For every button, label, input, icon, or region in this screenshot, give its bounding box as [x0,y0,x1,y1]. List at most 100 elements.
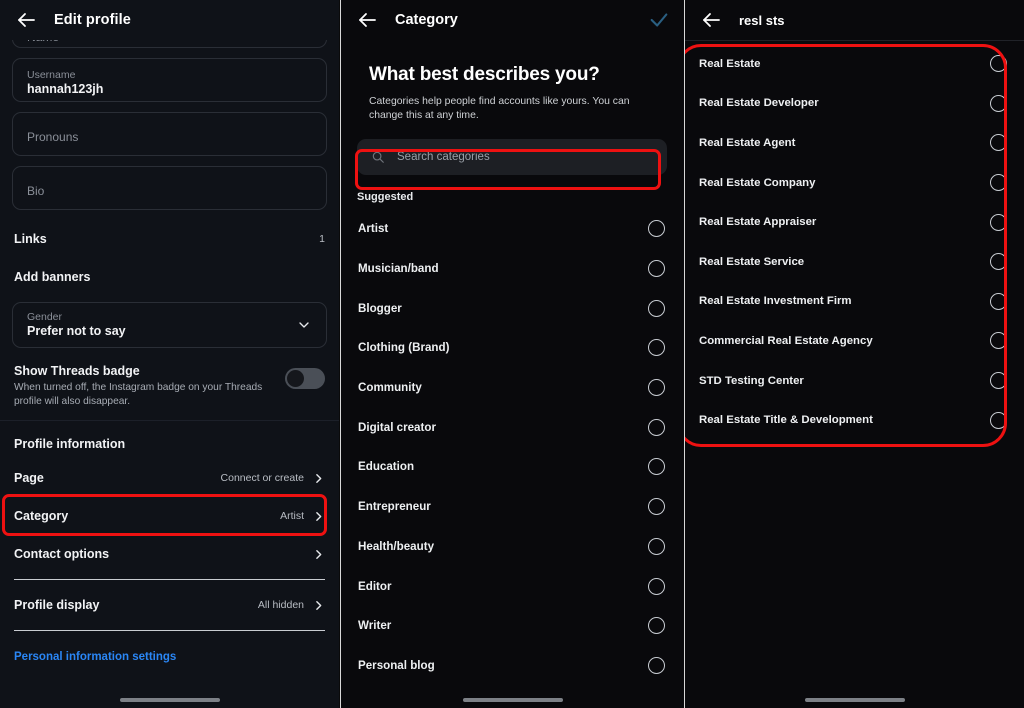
category-item-label: Clothing (Brand) [358,341,450,355]
result-item-label: Real Estate Service [699,255,805,268]
threads-badge-title: Show Threads badge [14,364,140,378]
radio-button[interactable] [990,134,1007,152]
result-item-label: Real Estate Agent [699,136,796,149]
username-field[interactable]: Username hannah123jh [12,58,327,102]
contact-options-label: Contact options [14,547,110,561]
arrow-left-icon[interactable] [699,8,723,32]
three-panel-screenshot: Edit profile Name Username hannah123jh P… [0,0,1024,708]
category-item-label: Blogger [358,301,402,315]
panel-edit-profile: Edit profile Name Username hannah123jh P… [0,0,340,708]
category-item-label: Editor [358,579,392,593]
list-item[interactable]: Real Estate [685,44,1024,84]
radio-button[interactable] [990,55,1007,73]
nav-row-contact-options[interactable]: Contact options [12,535,327,573]
header-divider [685,40,1024,41]
radio-button[interactable] [990,372,1007,390]
radio-button[interactable] [648,617,665,635]
page-title: Edit profile [54,12,131,28]
radio-button[interactable] [648,299,665,317]
search-placeholder: Search categories [397,151,490,163]
list-item[interactable]: Blogger [341,288,684,328]
list-item[interactable]: Entrepreneur [341,487,684,527]
personal-information-settings-link[interactable]: Personal information settings [12,637,327,663]
list-item[interactable]: Digital creator [341,407,684,447]
radio-button[interactable] [990,411,1007,429]
list-item[interactable]: Personal blog [341,646,684,686]
category-question-subtext: Categories help people find accounts lik… [369,96,630,121]
edit-profile-header: Edit profile [0,0,339,40]
profile-information-heading: Profile information [14,437,126,451]
list-item[interactable]: Commercial Real Estate Agency [685,321,1024,361]
list-item[interactable]: Health/beauty [341,527,684,567]
list-item[interactable]: Education [341,447,684,487]
category-list: Artist Musician/band Blogger Clothing (B… [341,209,684,685]
radio-button[interactable] [648,220,665,238]
result-item-label: Real Estate Title & Development [699,414,873,427]
list-item[interactable]: Real Estate Developer [685,84,1024,124]
chevron-right-icon [312,472,325,485]
nav-row-category[interactable]: Category Artist [12,497,327,535]
check-icon[interactable] [648,9,670,31]
panel-search-results: resl sts Real Estate Real Estate Develop… [685,0,1024,708]
list-item[interactable]: Clothing (Brand) [341,328,684,368]
arrow-left-icon[interactable] [14,8,38,32]
radio-button[interactable] [648,379,665,397]
result-item-label: STD Testing Center [699,374,804,387]
radio-button[interactable] [648,339,665,357]
nav-row-profile-display[interactable]: Profile display All hidden [12,586,327,624]
radio-button[interactable] [648,498,665,516]
radio-button[interactable] [990,213,1007,231]
profile-display-label: Profile display [14,598,100,612]
radio-button[interactable] [990,94,1007,112]
add-banners-row[interactable]: Add banners [12,258,327,296]
threads-badge-toggle[interactable] [285,368,325,389]
links-row[interactable]: Links 1 [12,220,327,258]
arrow-left-icon[interactable] [355,8,379,32]
list-item[interactable]: Real Estate Company [685,163,1024,203]
radio-button[interactable] [648,656,665,674]
list-item[interactable]: Writer [341,606,684,646]
pronouns-field[interactable]: Pronouns [12,112,327,156]
list-item[interactable]: STD Testing Center [685,361,1024,401]
list-item[interactable]: Artist [341,209,684,249]
list-item[interactable]: Editor [341,566,684,606]
category-item-label: Musician/band [358,262,439,276]
radio-button[interactable] [648,577,665,595]
page-title: Category [395,12,458,28]
radio-button[interactable] [648,458,665,476]
radio-button[interactable] [648,537,665,555]
radio-button[interactable] [648,260,665,278]
bio-field[interactable]: Bio [12,166,327,210]
home-indicator [119,697,220,702]
list-item[interactable]: Musician/band [341,249,684,289]
chevron-right-icon [312,548,325,561]
search-results-header: resl sts [685,0,1024,40]
result-item-label: Real Estate Appraiser [699,216,817,229]
panel-category: Category What best describes you? Catego… [340,0,685,708]
radio-button[interactable] [648,418,665,436]
radio-button[interactable] [990,174,1007,192]
list-item[interactable]: Real Estate Service [685,242,1024,282]
search-input[interactable]: Search categories [357,139,667,175]
edit-profile-body: Name Username hannah123jh Pronouns Bio L… [0,22,339,663]
list-item[interactable]: Real Estate Appraiser [685,202,1024,242]
radio-button[interactable] [990,253,1007,271]
chevron-down-icon[interactable] [296,317,312,333]
nav-row-page[interactable]: Page Connect or create [12,459,327,497]
chevron-right-icon [312,599,325,612]
list-item[interactable]: Real Estate Agent [685,123,1024,163]
list-item[interactable]: Real Estate Title & Development [685,400,1024,440]
list-item[interactable]: Community [341,368,684,408]
list-item[interactable]: Real Estate Investment Firm [685,282,1024,322]
search-wrapper: Search categories [341,123,684,175]
radio-button[interactable] [990,292,1007,310]
chevron-right-icon [312,510,325,523]
toggle-knob [287,370,304,387]
result-item-label: Real Estate Investment Firm [699,295,852,308]
search-results-list: Real Estate Real Estate Developer Real E… [685,44,1024,440]
radio-button[interactable] [990,332,1007,350]
category-item-label: Personal blog [358,658,435,672]
gender-value: Prefer not to say [27,324,126,338]
category-label: Category [14,509,69,523]
gender-select[interactable]: Gender Prefer not to say [12,302,327,348]
